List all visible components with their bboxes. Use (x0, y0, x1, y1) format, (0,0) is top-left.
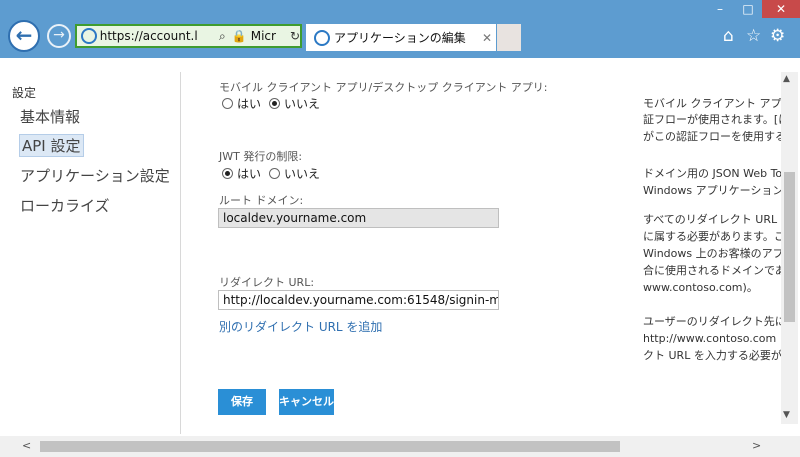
sidebar-item-api-settings[interactable]: API 設定 (19, 134, 84, 157)
mobile-yes-radio[interactable] (222, 98, 233, 109)
sidebar-item-app-settings[interactable]: アプリケーション設定 (20, 165, 170, 186)
certificate-name[interactable]: Micr (251, 29, 284, 43)
mobile-yes-label: はい (237, 97, 262, 111)
maximize-button[interactable]: □ (734, 0, 762, 18)
browser-chrome: – □ ✕ ← → https://account.l ⌕ 🔒 Micr ↻ ア… (0, 0, 800, 58)
mobile-client-label: モバイル クライアント アプリ/デスクトップ クライアント アプリ: (219, 81, 548, 94)
save-button[interactable]: 保存 (218, 389, 266, 415)
sidebar-divider (180, 72, 181, 434)
help-line: 合に使用されるドメインであり (643, 264, 783, 277)
scroll-down-icon[interactable]: ▼ (783, 410, 790, 420)
root-domain-field: localdev.yourname.com (218, 208, 499, 228)
help-line: Windows 上のお客様のアプリ (643, 247, 783, 260)
back-arrow-icon: ← (15, 23, 33, 47)
favorites-icon[interactable]: ☆ (746, 26, 761, 46)
add-redirect-url-link[interactable]: 別のリダイレクト URL を追加 (219, 318, 382, 335)
settings-icon[interactable]: ⚙ (770, 26, 785, 46)
help-line: 証フローが使用されます。[はい (643, 113, 783, 126)
scroll-up-icon[interactable]: ▲ (783, 74, 790, 84)
scroll-right-icon[interactable]: > (752, 439, 761, 452)
jwt-radio-group: はい いいえ (222, 165, 328, 182)
help-line: ドメイン用の JSON Web Tok (643, 167, 783, 180)
address-url[interactable]: https://account.l (100, 29, 213, 43)
help-line: Windows アプリケーションだけ (643, 184, 783, 197)
sidebar-title: 設定 (12, 86, 37, 100)
minimize-button[interactable]: – (706, 0, 734, 18)
help-line: に属する必要があります。この (643, 230, 783, 243)
jwt-yes-label: はい (237, 167, 262, 181)
lock-icon[interactable]: 🔒 (232, 29, 247, 43)
help-line: ユーザーのリダイレクト先に正し (643, 315, 783, 328)
ie-logo-icon (314, 29, 330, 46)
tab-close-icon[interactable]: ✕ (478, 31, 496, 45)
root-domain-label: ルート ドメイン: (219, 194, 304, 207)
jwt-no-label: いいえ (284, 167, 321, 181)
scroll-left-icon[interactable]: < (22, 439, 31, 452)
tab-title: アプリケーションの編集 (334, 31, 466, 45)
sidebar-item-basic-info[interactable]: 基本情報 (20, 106, 80, 127)
refresh-icon[interactable]: ↻ (290, 29, 300, 43)
horizontal-scroll-thumb[interactable] (40, 441, 620, 452)
jwt-yes-radio[interactable] (222, 168, 233, 179)
search-icon[interactable]: ⌕ (219, 29, 226, 44)
cancel-button[interactable]: キャンセル (279, 389, 334, 415)
mobile-no-label: いいえ (284, 97, 321, 111)
mobile-client-radio-group: はい いいえ (222, 95, 328, 112)
horizontal-scrollbar[interactable]: < > (0, 436, 800, 457)
redirect-url-label: リダイレクト URL: (219, 276, 315, 289)
redirect-url-input[interactable]: http://localdev.yourname.com:61548/signi… (218, 290, 499, 310)
jwt-label: JWT 発行の制限: (219, 150, 303, 163)
new-tab-button[interactable] (497, 24, 521, 51)
address-bar[interactable]: https://account.l ⌕ 🔒 Micr ↻ (75, 24, 302, 48)
help-line: www.contoso.com)。 (643, 281, 758, 294)
close-window-button[interactable]: ✕ (762, 0, 800, 18)
mobile-no-radio[interactable] (269, 98, 281, 109)
back-button[interactable]: ← (8, 20, 40, 52)
home-icon[interactable]: ⌂ (723, 26, 734, 46)
help-line: http://www.contoso.com (643, 332, 777, 345)
help-line: モバイル クライアント アプリケー (643, 97, 783, 110)
help-line: すべてのリダイレクト URL は、そ (643, 213, 783, 226)
help-line: がこの認証フローを使用すること (643, 130, 783, 143)
vertical-scrollbar[interactable]: ▲ ▼ (781, 72, 798, 424)
ie-logo-icon (81, 28, 97, 44)
sidebar-item-localize[interactable]: ローカライズ (20, 195, 110, 216)
help-line: クト URL を入力する必要があ (643, 349, 783, 362)
forward-arrow-icon: → (53, 27, 65, 43)
forward-button[interactable]: → (47, 24, 71, 48)
vertical-scroll-thumb[interactable] (784, 172, 795, 322)
jwt-no-radio[interactable] (269, 168, 281, 179)
tab-edit-application[interactable]: アプリケーションの編集 ✕ (306, 24, 496, 51)
page-viewport: 設定 基本情報 API 設定 アプリケーション設定 ローカライズ モバイル クラ… (0, 58, 800, 436)
